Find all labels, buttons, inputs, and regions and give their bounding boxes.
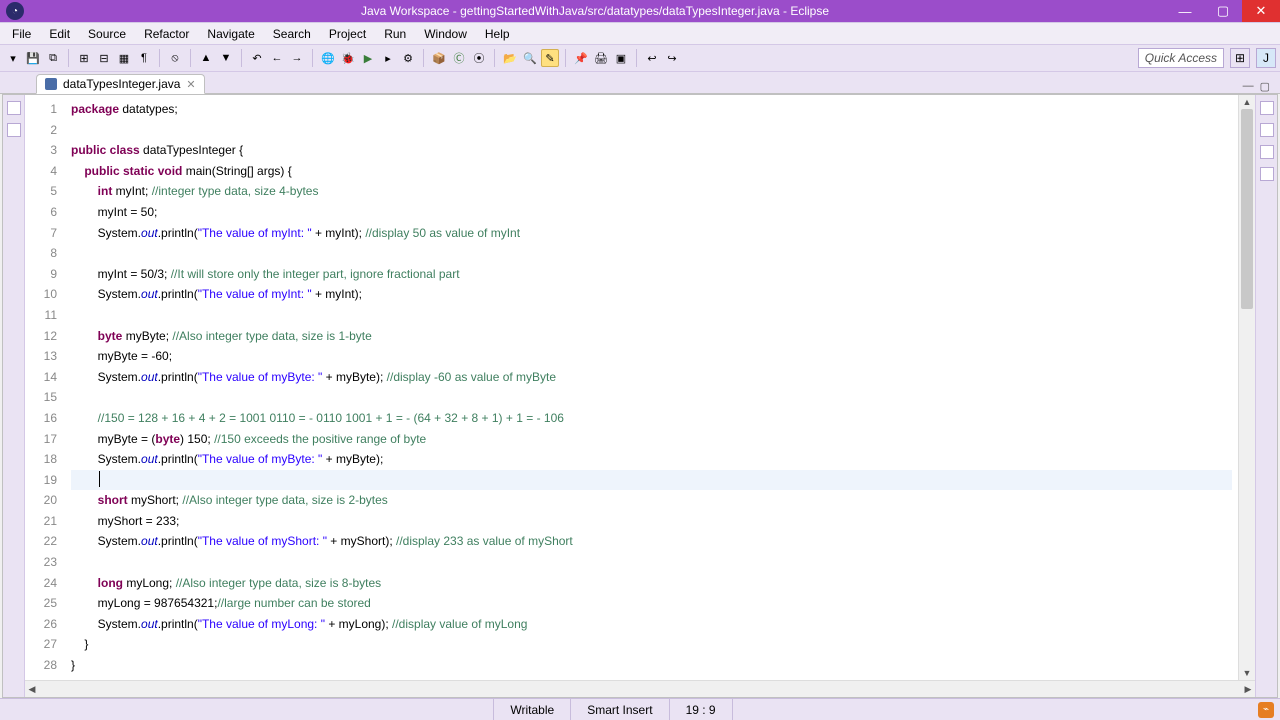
forward-button[interactable]: → [288,49,306,67]
external-tools-button[interactable]: ⚙ [399,49,417,67]
window-controls: — ▢ ✕ [1166,0,1280,22]
globe-icon[interactable]: 🌐 [319,49,337,67]
menu-navigate[interactable]: Navigate [199,25,262,43]
save-button[interactable]: 💾 [24,49,42,67]
toolbar: ▾ 💾 ⧉ ⊞ ⊟ ▦ ¶ ⦸ ▲ ▼ ↶ ← → 🌐 🐞 ▶ ▸ ⚙ 📦 Ⓒ … [0,44,1280,72]
minimize-button[interactable]: — [1166,0,1204,22]
block-select-button[interactable]: ▦ [115,49,133,67]
right-gutter [1255,95,1277,697]
open-task-button[interactable]: 📂 [501,49,519,67]
print-button[interactable]: 🖨 [592,49,610,67]
titlebar: ◔ Java Workspace - gettingStartedWithJav… [0,0,1280,22]
vertical-scrollbar[interactable]: ▲ ▼ [1238,95,1255,680]
undo-button[interactable]: ↩ [643,49,661,67]
app-icon: ◔ [6,2,24,20]
run-button[interactable]: ▶ [359,49,377,67]
save-all-button[interactable]: ⧉ [44,49,62,67]
tab-close-icon[interactable]: ✕ [186,78,195,91]
editor[interactable]: 1234567891011121314151617181920212223242… [25,95,1255,680]
menu-search[interactable]: Search [265,25,319,43]
left-gutter [3,95,25,697]
scroll-right-icon[interactable]: ▶ [1241,684,1255,695]
menu-run[interactable]: Run [376,25,414,43]
close-button[interactable]: ✕ [1242,0,1280,22]
open-type-button[interactable]: ⦿ [470,49,488,67]
toggle-mark-button[interactable]: ⊟ [95,49,113,67]
new-package-button[interactable]: 📦 [430,49,448,67]
scroll-down-icon[interactable]: ▼ [1239,666,1255,680]
scroll-up-icon[interactable]: ▲ [1239,95,1255,109]
package-explorer-icon[interactable] [7,123,21,137]
build-button[interactable]: ▣ [612,49,630,67]
outline2-icon[interactable] [1260,167,1274,181]
new-class-button[interactable]: Ⓒ [450,49,468,67]
menu-file[interactable]: File [4,25,39,43]
main-area: 1234567891011121314151617181920212223242… [2,94,1278,698]
quick-access[interactable]: Quick Access [1138,48,1224,68]
debug-button[interactable]: 🐞 [339,49,357,67]
editor-wrap: 1234567891011121314151617181920212223242… [25,95,1255,697]
menu-help[interactable]: Help [477,25,518,43]
toggle-breadcrumb-button[interactable]: ⊞ [75,49,93,67]
run-last-button[interactable]: ▸ [379,49,397,67]
menu-refactor[interactable]: Refactor [136,25,197,43]
maximize-view-icon[interactable]: ▢ [1260,80,1270,93]
minimize-view-icon[interactable]: — [1243,80,1254,93]
code-area[interactable]: package datatypes;public class dataTypes… [65,95,1238,680]
statusbar: Writable Smart Insert 19 : 9 ⌁ [0,698,1280,720]
open-perspective-button[interactable]: ⊞ [1230,48,1250,68]
menubar: FileEditSourceRefactorNavigateSearchProj… [0,22,1280,44]
menu-edit[interactable]: Edit [41,25,78,43]
scroll-thumb[interactable] [1241,109,1253,309]
tab-label: dataTypesInteger.java [63,77,180,91]
rss-icon[interactable]: ⌁ [1258,702,1274,718]
status-insert-mode: Smart Insert [570,699,668,720]
menu-source[interactable]: Source [80,25,134,43]
status-writable: Writable [493,699,570,720]
redo-button[interactable]: ↪ [663,49,681,67]
java-perspective-button[interactable]: J [1256,48,1276,68]
task-list-icon[interactable] [1260,123,1274,137]
outline-icon[interactable] [1260,145,1274,159]
editor-tab[interactable]: dataTypesInteger.java ✕ [36,74,205,94]
skip-breakpoints-button[interactable]: ⦸ [166,49,184,67]
java-file-icon [45,78,57,90]
scroll-left-icon[interactable]: ◀ [25,684,39,695]
new-button[interactable]: ▾ [4,49,22,67]
restore-right-icon[interactable] [1260,101,1274,115]
search-button[interactable]: 🔍 [521,49,539,67]
previous-annotation-button[interactable]: ▲ [197,49,215,67]
next-annotation-button[interactable]: ▼ [217,49,235,67]
toggle-highlight-button[interactable]: ✎ [541,49,559,67]
status-cursor-pos: 19 : 9 [669,699,732,720]
menu-project[interactable]: Project [321,25,374,43]
horizontal-scrollbar[interactable]: ◀ ▶ [25,680,1255,697]
line-numbers: 1234567891011121314151617181920212223242… [25,95,65,680]
show-whitespace-button[interactable]: ¶ [135,49,153,67]
window-title: Java Workspace - gettingStartedWithJava/… [24,4,1166,18]
pin-editor-button[interactable]: 📌 [572,49,590,67]
restore-left-icon[interactable] [7,101,21,115]
menu-window[interactable]: Window [416,25,475,43]
last-edit-button[interactable]: ↶ [248,49,266,67]
back-button[interactable]: ← [268,49,286,67]
maximize-button[interactable]: ▢ [1204,0,1242,22]
editor-tabrow: dataTypesInteger.java ✕ — ▢ [0,72,1280,94]
